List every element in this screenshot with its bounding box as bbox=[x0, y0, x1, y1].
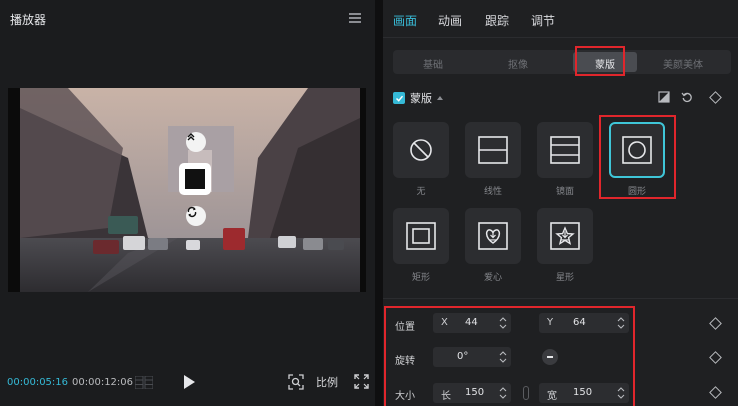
main-tabs: 画面 动画 跟踪 调节 bbox=[383, 0, 738, 38]
keyframe-rotation-icon[interactable] bbox=[709, 351, 722, 364]
player-panel: 播放器 00:00:05:16 00:00:12:06 比例 bbox=[0, 0, 375, 406]
highlight-circle-mask bbox=[599, 115, 676, 199]
fullscreen-icon[interactable] bbox=[354, 374, 369, 389]
mirror-icon bbox=[550, 136, 580, 164]
highlight-mask-tab bbox=[575, 46, 625, 76]
invert-mask-icon[interactable] bbox=[658, 91, 670, 103]
mask-mirror-label: 镜面 bbox=[555, 187, 574, 197]
mask-section-title: 蒙版 bbox=[410, 92, 432, 105]
feather-handle-icon[interactable] bbox=[186, 132, 206, 152]
keyframe-mask-icon[interactable] bbox=[709, 91, 722, 104]
menu-icon[interactable] bbox=[349, 13, 361, 23]
subtab-beauty[interactable]: 美颜美体 bbox=[663, 56, 703, 71]
mask-heart[interactable] bbox=[465, 208, 521, 264]
mask-rectangle[interactable] bbox=[393, 208, 449, 264]
mask-section-header: 蒙版 bbox=[393, 90, 443, 106]
reset-icon[interactable] bbox=[681, 91, 693, 103]
mask-star[interactable] bbox=[537, 208, 593, 264]
mask-enable-checkbox[interactable] bbox=[393, 92, 405, 104]
subtab-cutout[interactable]: 抠像 bbox=[508, 56, 528, 71]
divider bbox=[383, 298, 738, 299]
subtab-basic[interactable]: 基础 bbox=[423, 56, 443, 71]
fit-zoom-icon[interactable] bbox=[288, 374, 304, 390]
tab-animation[interactable]: 动画 bbox=[438, 12, 462, 29]
tab-tracking[interactable]: 跟踪 bbox=[485, 12, 509, 29]
ratio-button[interactable]: 比例 bbox=[316, 374, 338, 390]
linear-icon bbox=[478, 136, 508, 164]
mask-heart-label: 爱心 bbox=[483, 273, 502, 283]
total-time: 00:00:12:06 bbox=[72, 377, 134, 388]
rotate-handle-icon[interactable] bbox=[186, 206, 206, 226]
tab-picture[interactable]: 画面 bbox=[393, 12, 417, 29]
sub-tabs: 基础 抠像 蒙版 美颜美体 bbox=[393, 50, 731, 74]
rectangle-icon bbox=[406, 222, 436, 250]
mask-linear-label: 线性 bbox=[483, 187, 502, 197]
keyframe-position-icon[interactable] bbox=[709, 317, 722, 330]
highlight-transform-fields bbox=[384, 306, 635, 406]
player-title: 播放器 bbox=[10, 13, 47, 27]
frames-icon[interactable] bbox=[135, 376, 153, 389]
download-icon bbox=[561, 231, 569, 241]
current-time: 00:00:05:16 bbox=[7, 377, 69, 388]
mask-rectangle-label: 矩形 bbox=[411, 273, 430, 283]
download-icon bbox=[489, 231, 497, 241]
tab-adjust[interactable]: 调节 bbox=[531, 12, 555, 29]
mask-linear[interactable] bbox=[465, 122, 521, 178]
mask-star-label: 星形 bbox=[555, 273, 574, 283]
video-preview[interactable] bbox=[8, 88, 366, 292]
mask-none-label: 无 bbox=[416, 187, 426, 197]
properties-panel: 画面 动画 跟踪 调节 基础 抠像 蒙版 美颜美体 蒙版 无 线性 镜面 圆形 … bbox=[383, 0, 738, 406]
keyframe-size-icon[interactable] bbox=[709, 386, 722, 399]
mask-circle-region[interactable] bbox=[179, 163, 211, 195]
collapse-caret-icon[interactable] bbox=[437, 96, 443, 100]
mask-mirror[interactable] bbox=[537, 122, 593, 178]
mask-none[interactable] bbox=[393, 122, 449, 178]
play-icon[interactable] bbox=[182, 374, 196, 390]
none-icon bbox=[410, 139, 432, 161]
